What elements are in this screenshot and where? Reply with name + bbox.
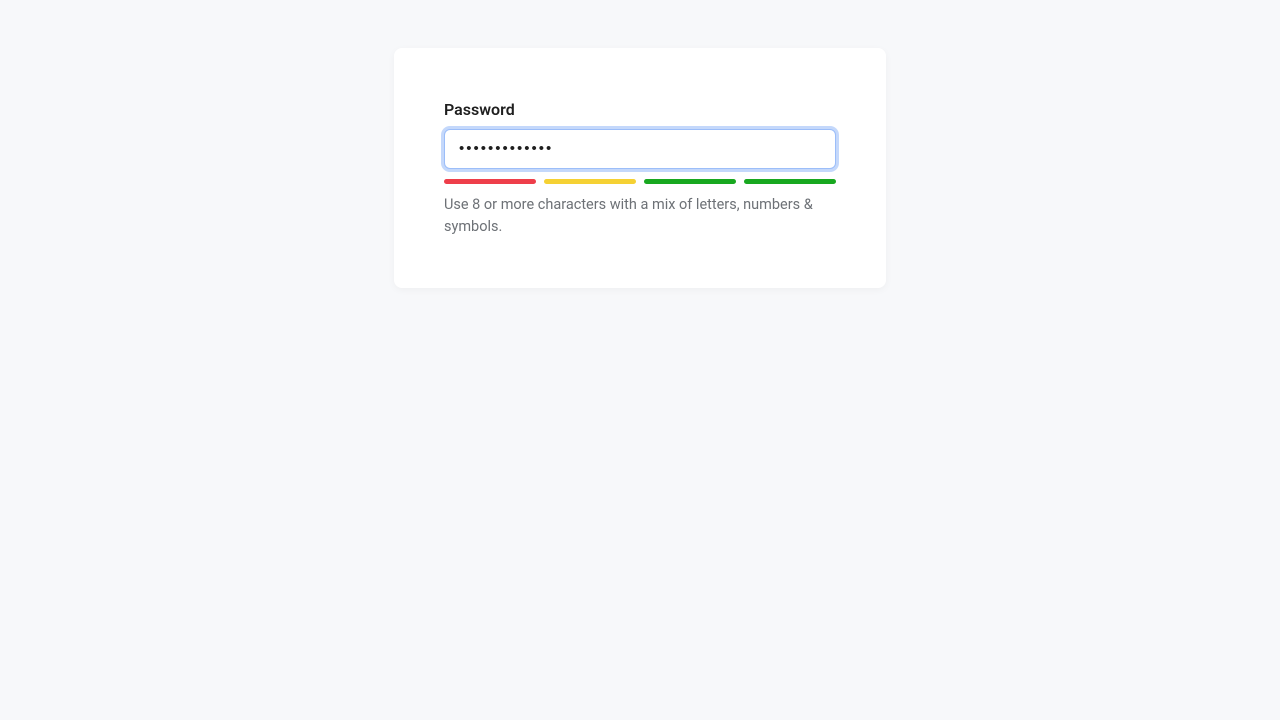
strength-bar-4 — [744, 179, 836, 184]
password-input[interactable] — [444, 129, 836, 169]
password-strength-meter — [444, 179, 836, 184]
password-label: Password — [444, 100, 836, 119]
password-card: Password Use 8 or more characters with a… — [394, 48, 886, 288]
strength-bar-3 — [644, 179, 736, 184]
strength-bar-1 — [444, 179, 536, 184]
password-help-text: Use 8 or more characters with a mix of l… — [444, 194, 836, 238]
strength-bar-2 — [544, 179, 636, 184]
